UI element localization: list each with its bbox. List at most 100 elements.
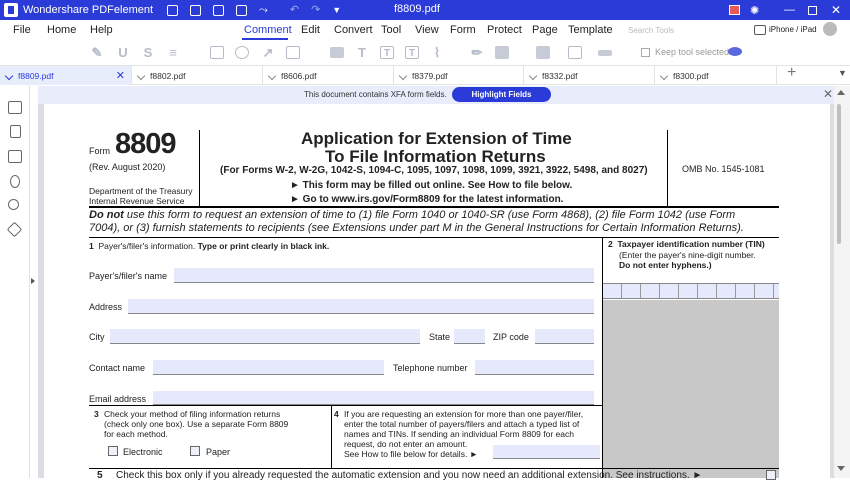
theme-sun-icon[interactable]: ✺ (750, 4, 759, 17)
line4-number: 4 (334, 409, 339, 419)
mail-icon[interactable] (213, 4, 225, 16)
text-markup-dropdown-icon[interactable]: ≡ (166, 46, 180, 59)
line4-text-4: request, do not enter an amount. (344, 439, 468, 449)
line5-text: Check this box only if you already reque… (116, 470, 703, 481)
warning-bold: Do not (89, 209, 124, 221)
menu-file[interactable]: File (13, 24, 31, 36)
note-icon[interactable] (330, 47, 344, 58)
telephone-field[interactable] (475, 360, 594, 375)
textbox-icon[interactable]: T (380, 46, 394, 59)
address-label: Address (89, 302, 123, 312)
close-window-icon[interactable]: ✕ (831, 3, 841, 17)
search-icon[interactable] (8, 199, 19, 210)
highlight-fields-button[interactable]: Highlight Fields (452, 87, 551, 102)
text-comment-icon[interactable]: T (355, 46, 369, 59)
paper-checkbox[interactable] (190, 446, 200, 456)
avatar[interactable] (823, 22, 837, 36)
save-icon[interactable] (190, 4, 202, 16)
thumbnails-icon[interactable] (8, 101, 22, 114)
telephone-label: Telephone number (393, 363, 468, 373)
app-name: Wondershare PDFelement (23, 4, 154, 16)
menu-edit[interactable]: Edit (301, 24, 320, 36)
scroll-down-icon[interactable] (837, 466, 845, 471)
show-comments-eye-icon[interactable] (728, 47, 742, 56)
search-tools-input[interactable]: Search Tools (628, 26, 674, 35)
callout-icon[interactable]: T (405, 46, 419, 59)
attachments-panel-icon[interactable] (10, 175, 20, 188)
share-icon[interactable]: ⤳ (259, 4, 268, 16)
keep-tool-checkbox[interactable] (641, 47, 650, 57)
strikethrough-icon[interactable]: S (141, 46, 155, 59)
tab-f8802[interactable]: f8802.pdf (132, 66, 263, 85)
line3-top-rule (89, 405, 603, 406)
redo-icon[interactable]: ↷ (311, 4, 320, 16)
tab-f8809[interactable]: f8809.pdf ✕ (0, 66, 132, 85)
vertical-scrollbar[interactable] (834, 86, 850, 478)
close-notification-icon[interactable]: ✕ (823, 87, 833, 101)
city-field[interactable] (110, 329, 420, 344)
menu-page[interactable]: Page (532, 24, 558, 36)
tin-field[interactable] (603, 283, 779, 299)
contact-name-field[interactable] (153, 360, 384, 375)
attachment-icon[interactable]: ⌇ (430, 46, 444, 59)
tab-f8606[interactable]: f8606.pdf (263, 66, 394, 85)
new-tab-icon[interactable]: + (787, 64, 796, 82)
arrow-icon[interactable]: ↗ (261, 46, 275, 59)
menu-home[interactable]: Home (47, 24, 76, 36)
menu-template[interactable]: Template (568, 24, 613, 36)
quick-access-dropdown-icon[interactable]: ▼ (332, 5, 341, 16)
expand-panel-icon[interactable] (31, 278, 35, 284)
department: Department of the Treasury (89, 186, 193, 196)
payer-name-field[interactable] (174, 268, 594, 283)
keep-tool-selected[interactable]: Keep tool selected (641, 47, 729, 57)
layers-icon[interactable] (6, 221, 23, 238)
app-logo-icon (4, 3, 18, 17)
tab-f8300[interactable]: f8300.pdf (655, 66, 777, 85)
tab-f8379[interactable]: f8379.pdf (394, 66, 524, 85)
line2-heading: 2 Taxpayer identification number (TIN) (608, 239, 765, 249)
menu-protect[interactable]: Protect (487, 24, 522, 36)
oval-icon[interactable] (235, 46, 249, 59)
scroll-thumb[interactable] (837, 104, 841, 244)
warning-rule (89, 237, 779, 238)
highlight-icon[interactable]: ✎ (90, 46, 104, 59)
payer-count-field[interactable] (493, 445, 600, 459)
maximize-icon[interactable] (808, 5, 817, 15)
form-label: Form (89, 146, 110, 156)
tab-f8332[interactable]: f8332.pdf (524, 66, 655, 85)
stamp-icon[interactable] (536, 46, 550, 59)
menu-convert[interactable]: Convert (334, 24, 373, 36)
folder-icon[interactable] (167, 4, 179, 16)
gift-icon[interactable] (729, 5, 740, 15)
email-field[interactable] (153, 391, 594, 405)
warning-line1: Do not use this form to request an exten… (89, 209, 789, 221)
menu-view[interactable]: View (415, 24, 439, 36)
line1-heading: 1 Payer's/filer's information. Type or p… (89, 241, 329, 251)
line4-text-2: enter the total number of payers/filers … (344, 419, 580, 429)
zip-field[interactable] (535, 329, 594, 344)
menu-tool[interactable]: Tool (381, 24, 401, 36)
signature-icon[interactable] (568, 46, 582, 59)
bookmark-icon[interactable] (10, 125, 21, 138)
tab-list-dropdown-icon[interactable]: ▼ (838, 68, 847, 78)
print-icon[interactable] (236, 4, 248, 16)
shapes-dropdown-icon[interactable] (286, 46, 300, 59)
scroll-up-icon[interactable] (837, 90, 845, 95)
comments-panel-icon[interactable] (8, 150, 22, 163)
menu-help[interactable]: Help (90, 24, 113, 36)
state-field[interactable] (454, 329, 485, 344)
menu-form[interactable]: Form (450, 24, 476, 36)
device-label[interactable]: iPhone / iPad (769, 25, 817, 34)
minimize-icon[interactable]: — (784, 4, 795, 16)
menu-comment[interactable]: Comment (244, 24, 292, 36)
eraser-icon[interactable] (495, 46, 509, 59)
area-highlight-icon[interactable] (598, 50, 612, 56)
undo-icon[interactable]: ↶ (290, 4, 299, 16)
underline-icon[interactable]: U (116, 46, 130, 59)
address-field[interactable] (128, 299, 594, 314)
electronic-checkbox[interactable] (108, 446, 118, 456)
additional-extension-checkbox[interactable] (766, 470, 776, 480)
pencil-icon[interactable]: ✏ (470, 46, 484, 59)
close-tab-icon[interactable]: ✕ (116, 69, 125, 82)
rectangle-icon[interactable] (210, 46, 224, 59)
